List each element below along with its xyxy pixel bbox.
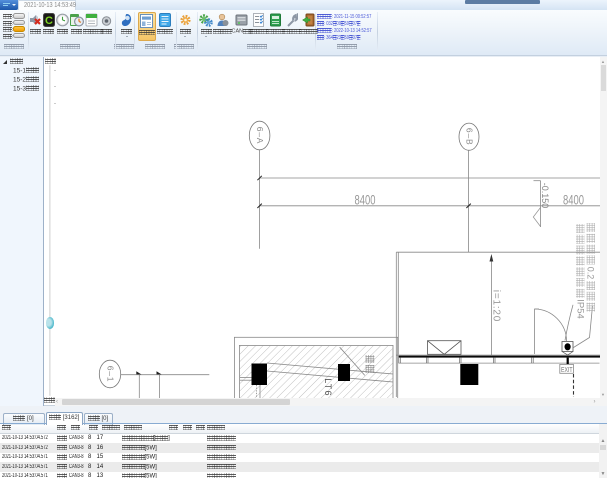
svg-text:i=1:20: i=1:20 <box>491 290 502 322</box>
svg-text:0.2: 0.2 <box>586 267 596 280</box>
svg-text:6–1: 6–1 <box>106 366 116 383</box>
svg-text:8400: 8400 <box>355 192 376 207</box>
svg-text:C: C <box>45 15 53 27</box>
svg-text:EXIT: EXIT <box>561 367 573 374</box>
svg-text:6–B: 6–B <box>465 128 475 146</box>
svg-text:8400: 8400 <box>563 192 584 207</box>
svg-text:LT6: LT6 <box>323 378 333 396</box>
svg-text:6–A: 6–A <box>255 127 265 145</box>
svg-text:-0.150: -0.150 <box>540 183 550 209</box>
svg-text:IP54: IP54 <box>574 299 585 319</box>
